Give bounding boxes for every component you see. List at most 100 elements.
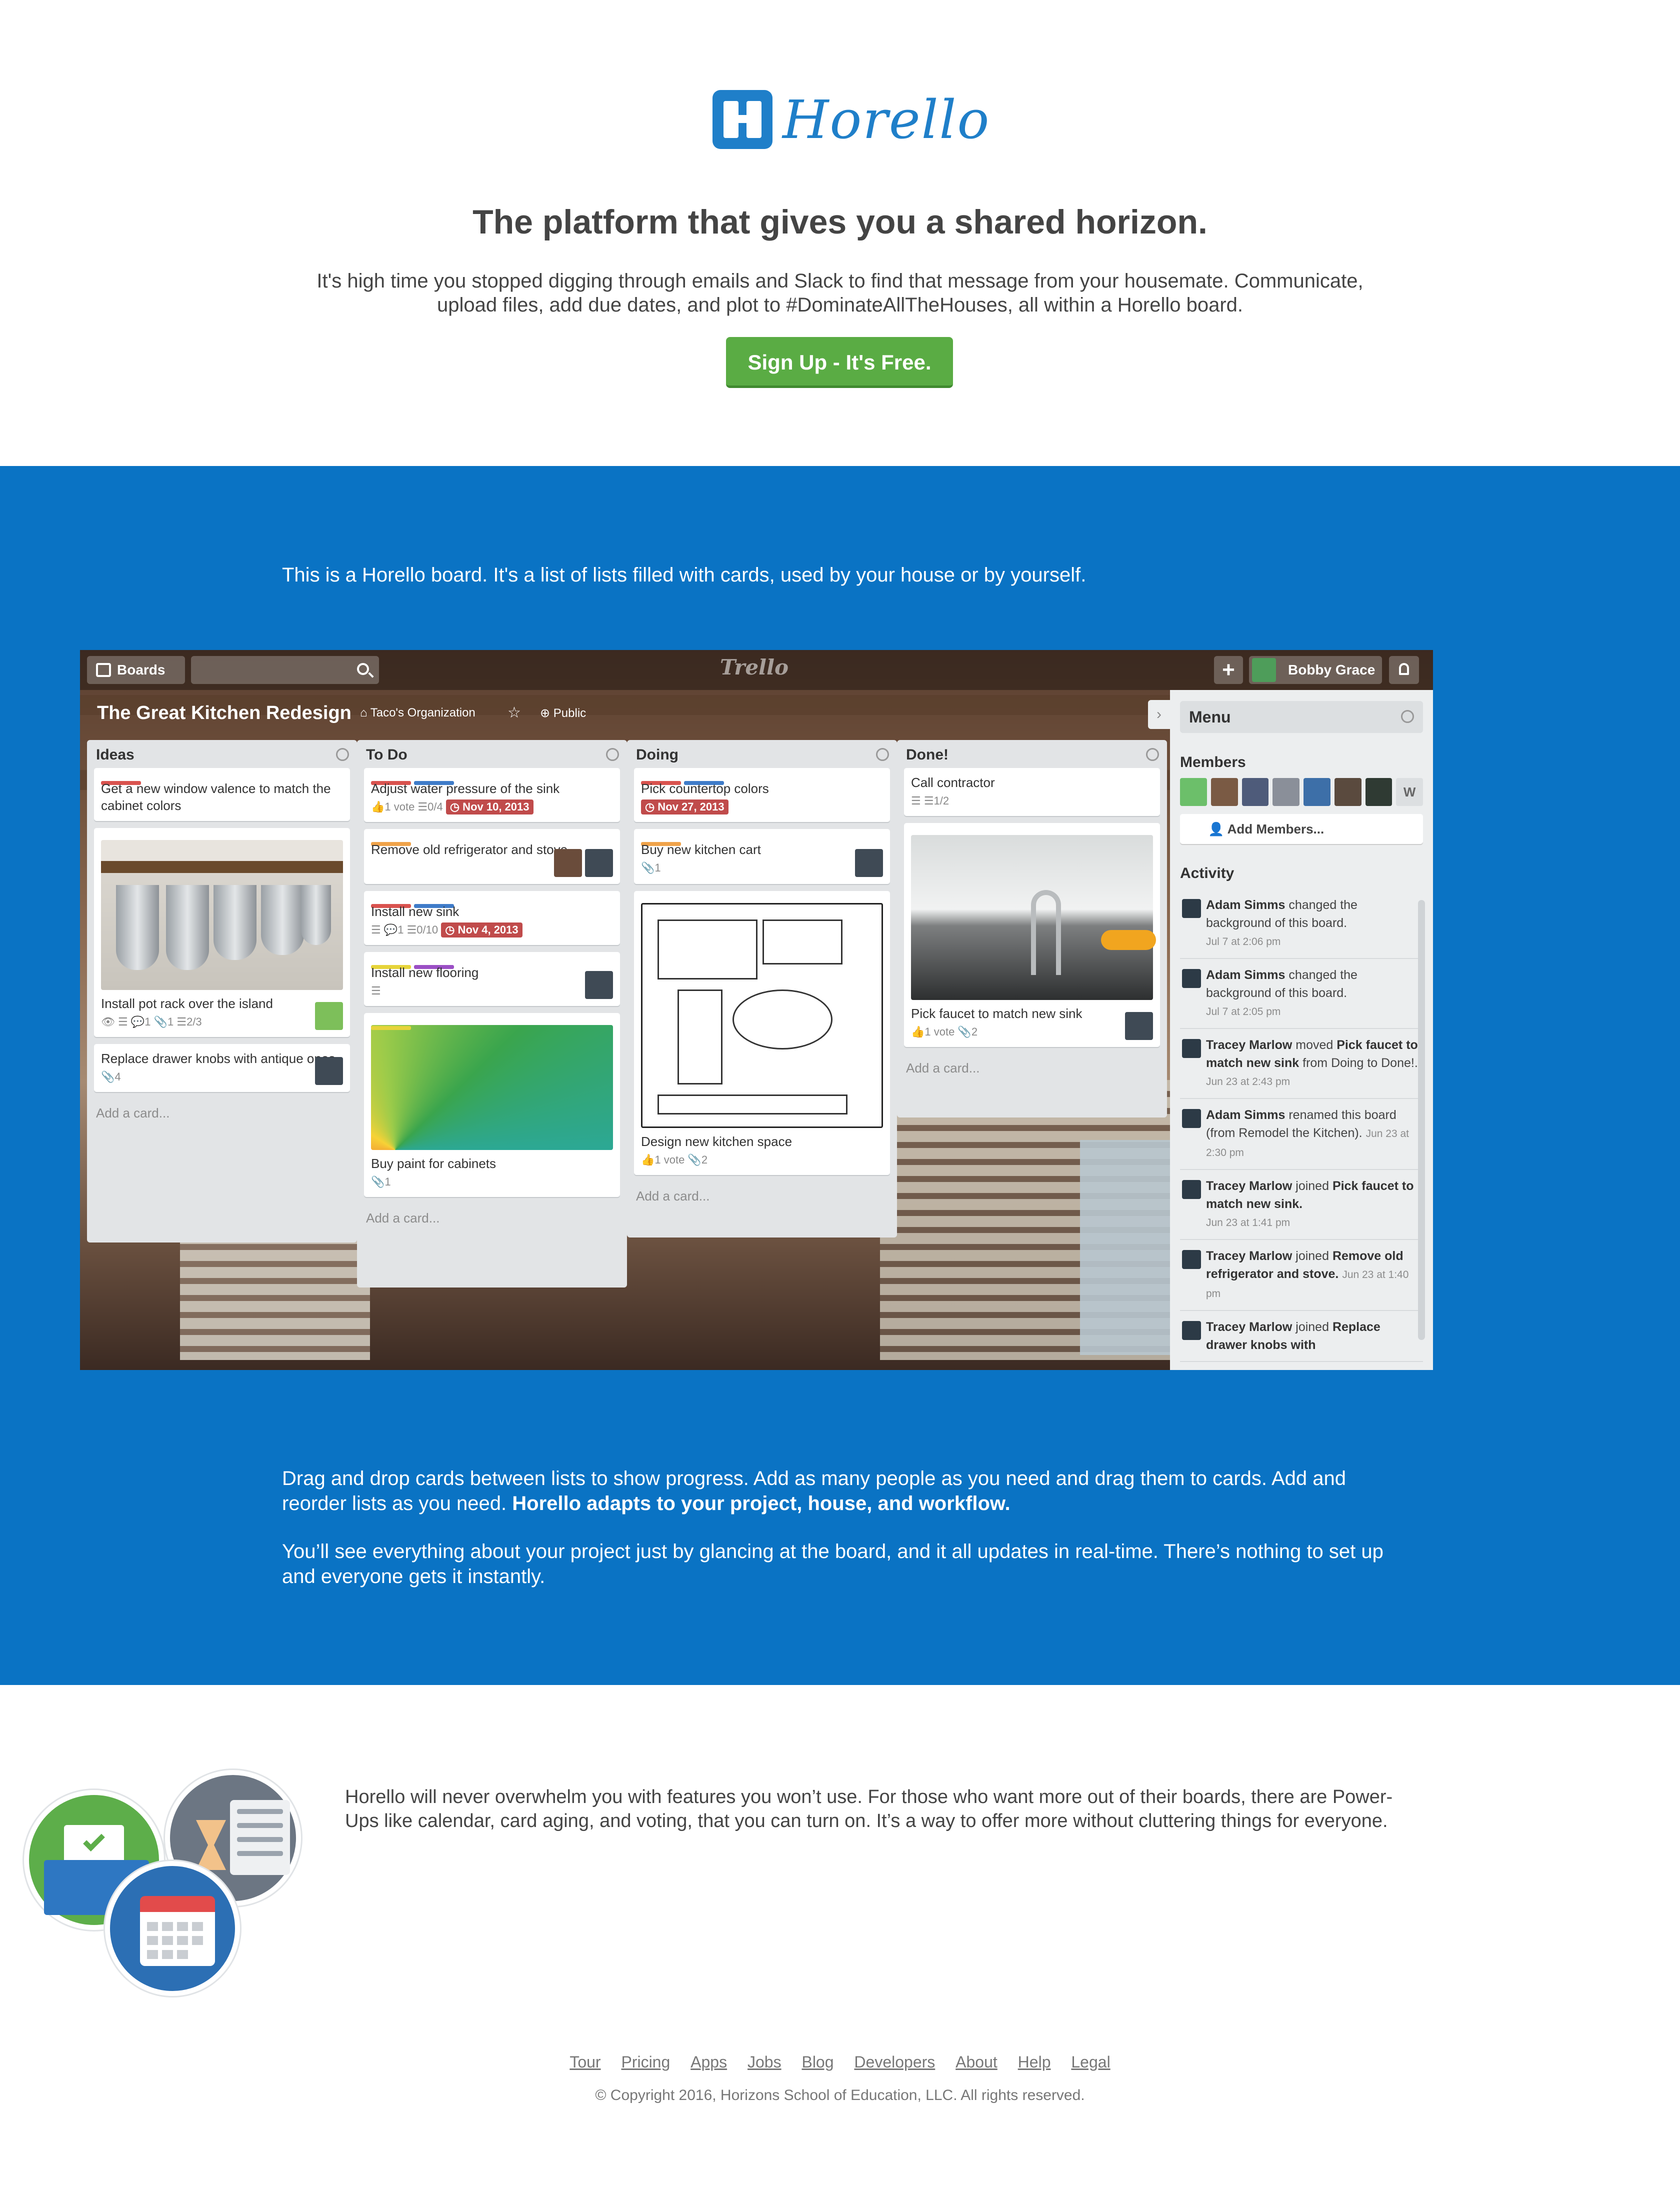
hero-headline: The platform that gives you a shared hor…	[472, 203, 1208, 241]
add-card-link[interactable]: Add a card...	[904, 1054, 1160, 1082]
copyright: © Copyright 2016, Horizons School of Edu…	[595, 2087, 1085, 2104]
card[interactable]: Pick countertop colors ◷ Nov 27, 2013	[634, 768, 890, 822]
avatar[interactable]: W	[1396, 778, 1423, 806]
list-title: To Do	[366, 746, 408, 763]
avatar[interactable]	[1242, 778, 1269, 806]
add-card-link[interactable]: Add a card...	[94, 1099, 350, 1127]
avatar[interactable]	[1272, 778, 1300, 806]
board-intro-text: This is a Horello board. It's a list of …	[282, 564, 1086, 586]
board-search-input[interactable]	[191, 656, 379, 684]
menu-close-icon[interactable]	[1401, 710, 1414, 723]
card[interactable]: Pick faucet to match new sink 👍1 vote 📎2	[904, 823, 1160, 1047]
card-badges: 👍1 vote 📎2	[641, 1154, 708, 1166]
avatar[interactable]	[1334, 778, 1362, 806]
board-screenshot: Boards Trello + Bobby Grace The Great Ki…	[80, 650, 1433, 1370]
avatar[interactable]	[315, 1057, 343, 1085]
card-badges: 📎1	[641, 862, 661, 874]
trello-logo[interactable]: Trello	[720, 655, 788, 680]
footer-link-pricing[interactable]: Pricing	[621, 2053, 670, 2071]
list-ideas[interactable]: Ideas Get a new window valence to match …	[87, 740, 357, 1242]
board-description: Drag and drop cards between lists to sho…	[282, 1468, 1346, 1514]
avatar	[1182, 1250, 1201, 1269]
card-title: Pick faucet to match new sink	[911, 1006, 1082, 1021]
bell-icon	[1399, 663, 1409, 675]
star-icon[interactable]: ☆	[508, 704, 521, 722]
avatar[interactable]	[315, 1002, 343, 1030]
add-card-link[interactable]: Add a card...	[634, 1182, 890, 1210]
add-card-link[interactable]: Add a card...	[364, 1204, 620, 1232]
notifications-button[interactable]	[1389, 656, 1419, 684]
card[interactable]: Adjust water pressure of the sink 👍1 vot…	[364, 768, 620, 822]
activity-item: Tracey Marlow joined Replace drawer knob…	[1180, 1311, 1423, 1362]
list-menu-icon[interactable]	[1146, 748, 1159, 761]
card[interactable]: Buy paint for cabinets 📎1	[364, 1013, 620, 1197]
avatar[interactable]	[1125, 1012, 1153, 1040]
avatar[interactable]	[1365, 778, 1392, 806]
card[interactable]: Install pot rack over the island 👁 ☰ 💬1 …	[94, 828, 350, 1037]
list-menu-icon[interactable]	[606, 748, 619, 761]
board-org[interactable]: ⌂ Taco's Organization	[360, 706, 476, 720]
avatar	[1182, 969, 1201, 988]
list-doing[interactable]: Doing Pick countertop colors ◷ Nov 27, 2…	[627, 740, 897, 1238]
card-title: Pick countertop colors	[641, 781, 769, 796]
avatar	[1252, 658, 1276, 682]
card-title: Buy new kitchen cart	[641, 842, 761, 857]
footer-link-blog[interactable]: Blog	[802, 2053, 834, 2071]
hero-section: Horello The platform that gives you a sh…	[0, 0, 1680, 466]
collapse-menu-icon[interactable]: ›	[1148, 700, 1170, 729]
footer-link-about[interactable]: About	[956, 2053, 998, 2071]
card[interactable]: Get a new window valence to match the ca…	[94, 768, 350, 821]
avatar[interactable]	[585, 849, 613, 877]
boards-button[interactable]: Boards	[87, 656, 185, 684]
list-title: Done!	[906, 746, 948, 763]
user-menu-button[interactable]: Bobby Grace	[1249, 656, 1382, 684]
card[interactable]: Replace drawer knobs with antique ones 📎…	[94, 1044, 350, 1092]
card-title: Design new kitchen space	[641, 1134, 792, 1149]
footer-link-apps[interactable]: Apps	[690, 2053, 727, 2071]
list-menu-icon[interactable]	[876, 748, 889, 761]
footer-link-legal[interactable]: Legal	[1071, 2053, 1110, 2071]
card-cover-image	[641, 903, 883, 1128]
activity-item: Adam Simms changed the background of thi…	[1180, 959, 1423, 1029]
activity-item: Adam Simms renamed this board (from Remo…	[1180, 1099, 1423, 1170]
card[interactable]: Design new kitchen space 👍1 vote 📎2	[634, 891, 890, 1175]
avatar[interactable]	[585, 971, 613, 999]
list-menu-icon[interactable]	[336, 748, 349, 761]
list-title: Ideas	[96, 746, 134, 763]
logo-text: Horello	[782, 89, 990, 150]
card[interactable]: Remove old refrigerator and stove	[364, 829, 620, 884]
footer-link-help[interactable]: Help	[1018, 2053, 1051, 2071]
menu-header: Menu	[1180, 701, 1423, 733]
card-cover-image	[371, 1025, 613, 1150]
card[interactable]: Call contractor ☰ ☰1/2	[904, 768, 1160, 816]
powerups-text: Horello will never overwhelm you with fe…	[345, 1786, 1393, 1832]
card-badges: ☰ ☰1/2	[911, 794, 950, 807]
card[interactable]: Install new flooring ☰	[364, 952, 620, 1006]
footer-link-developers[interactable]: Developers	[854, 2053, 935, 2071]
board-title[interactable]: The Great Kitchen Redesign	[97, 702, 352, 724]
members-list: W	[1180, 778, 1423, 806]
footer-nav: Tour Pricing Apps Jobs Blog Developers A…	[0, 2053, 1680, 2072]
footer-link-jobs[interactable]: Jobs	[748, 2053, 782, 2071]
add-members-button[interactable]: 👤 Add Members...	[1180, 814, 1423, 844]
card-badges: 📎1	[371, 1176, 391, 1188]
avatar	[1182, 899, 1201, 918]
avatar[interactable]	[1304, 778, 1330, 806]
list-title: Doing	[636, 746, 678, 763]
horello-logo[interactable]: Horello	[712, 88, 989, 152]
avatar[interactable]	[554, 849, 582, 877]
list-to-do[interactable]: To Do Adjust water pressure of the sink …	[357, 740, 627, 1288]
signup-button[interactable]: Sign Up - It's Free.	[726, 337, 953, 388]
avatar[interactable]	[1210, 778, 1238, 806]
avatar[interactable]	[855, 849, 883, 877]
board-demo-section: This is a Horello board. It's a list of …	[0, 466, 1680, 1685]
list-done[interactable]: Done! Call contractor ☰ ☰1/2 Pick faucet…	[897, 740, 1167, 1118]
board-visibility[interactable]: ⊕ Public	[540, 706, 586, 720]
card-title: Install new sink	[371, 904, 460, 919]
add-button[interactable]: +	[1214, 656, 1243, 684]
card[interactable]: Install new sink ☰ 💬1 ☰0/10 ◷ Nov 4, 201…	[364, 891, 620, 945]
card[interactable]: Buy new kitchen cart 📎1	[634, 829, 890, 884]
activity-scrollbar[interactable]	[1418, 900, 1425, 1340]
footer-link-tour[interactable]: Tour	[570, 2053, 600, 2071]
avatar[interactable]	[1180, 778, 1207, 806]
